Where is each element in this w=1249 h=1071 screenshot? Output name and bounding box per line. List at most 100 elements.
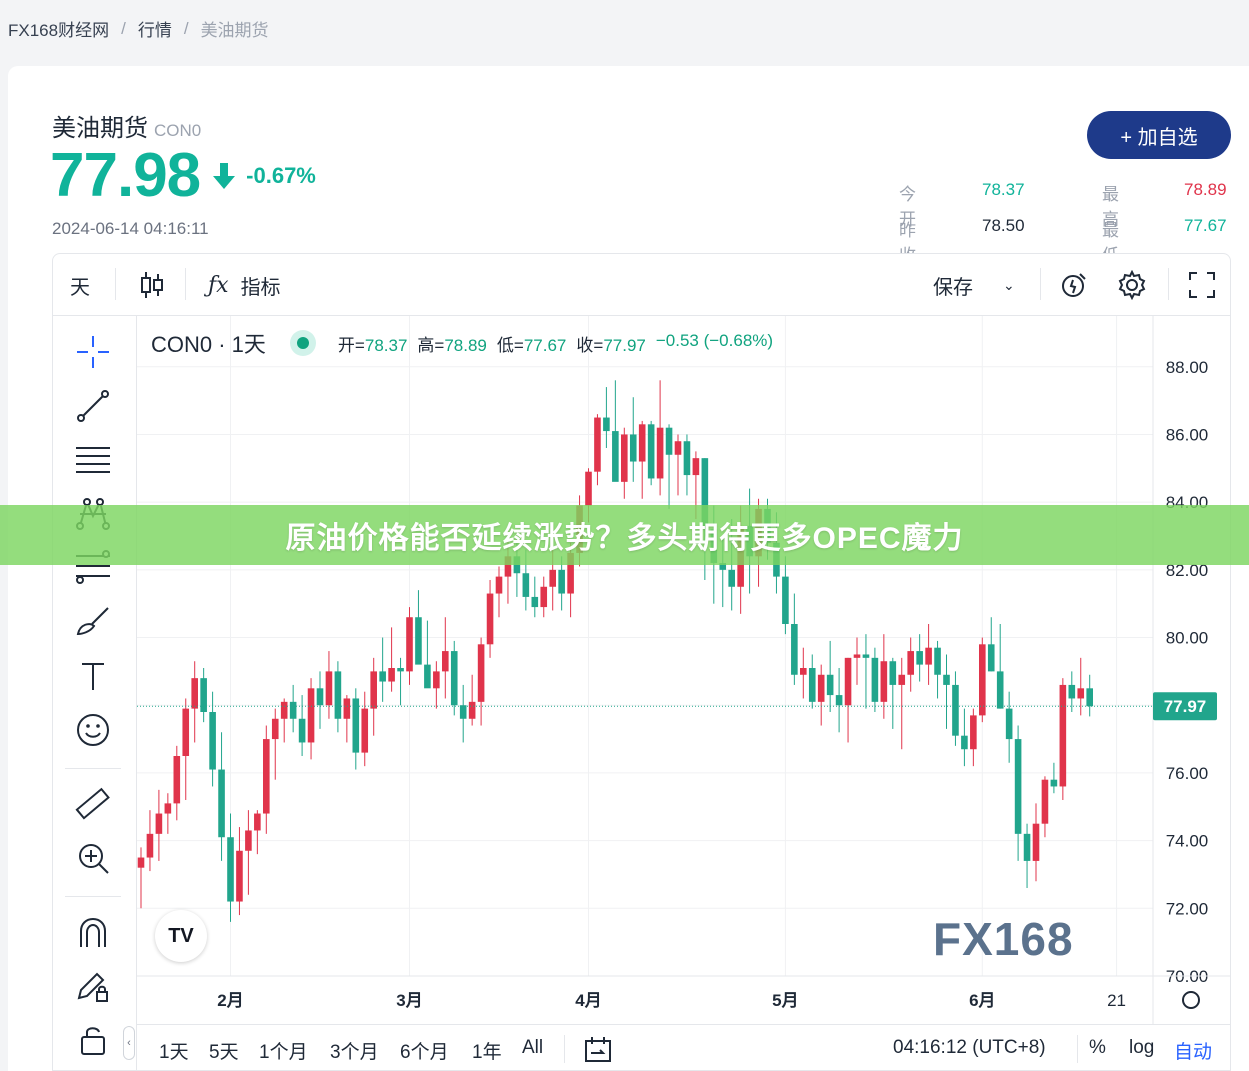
candle-body — [289, 701, 297, 719]
gear-icon[interactable] — [1117, 254, 1147, 316]
zoom-in-icon[interactable] — [71, 836, 115, 880]
candle-body — [477, 644, 485, 702]
y-tick-label: 72.00 — [1166, 899, 1209, 918]
candle-body — [987, 644, 995, 672]
collapse-toolbar-button[interactable]: ‹ — [123, 1026, 135, 1060]
breadcrumb-separator: / — [183, 18, 189, 38]
candle-body — [307, 688, 315, 743]
candle-body — [585, 471, 592, 506]
range-1y[interactable]: 1年 — [472, 1037, 502, 1064]
candle-body — [943, 674, 950, 685]
candle-body — [683, 441, 691, 476]
candle-body — [424, 664, 431, 689]
candle-body — [889, 661, 897, 685]
candle-body — [674, 441, 682, 455]
chart-legend: CON0 · 1天 开=78.37 高=78.89 低=77.67 收=77.9… — [151, 326, 773, 360]
chart-bottom-bar: 1天 5天 1个月 3个月 6个月 1年 All 04:16:12 (UTC+8… — [137, 1024, 1230, 1070]
candle-body — [808, 668, 816, 702]
candle-style-icon[interactable] — [139, 254, 165, 316]
text-tool-icon[interactable] — [71, 654, 115, 698]
candle-body — [173, 756, 181, 804]
y-tick-label: 86.00 — [1166, 425, 1209, 444]
horizontal-lines-icon[interactable] — [71, 438, 115, 482]
candle-body — [1050, 779, 1058, 787]
candle-body — [800, 668, 807, 675]
candle-body — [1077, 688, 1085, 699]
drawing-toolbar: ‹ — [53, 316, 137, 1070]
candle-body — [612, 431, 619, 482]
candle-body — [450, 651, 458, 706]
candle-body — [468, 701, 476, 719]
ohlc-close-label: 收= — [576, 335, 604, 355]
candle-body — [540, 586, 548, 608]
candle-body — [1068, 684, 1076, 699]
chevron-down-icon: ⌄ — [1003, 276, 1015, 293]
x-tick-label: 4月 — [575, 991, 601, 1010]
candle-body — [182, 708, 190, 756]
candle-body — [164, 803, 172, 814]
range-all[interactable]: All — [522, 1037, 543, 1059]
range-6m[interactable]: 6个月 — [400, 1037, 449, 1064]
add-to-watchlist-button[interactable]: + 加自选 — [1087, 111, 1231, 159]
lock-icon[interactable] — [71, 1018, 115, 1062]
x-tick-label: 21 — [1107, 991, 1126, 1010]
function-icon: ƒx — [208, 272, 229, 298]
tradingview-logo[interactable]: TV — [155, 910, 207, 962]
range-3m[interactable]: 3个月 — [330, 1037, 379, 1064]
date-range-icon[interactable] — [583, 1035, 613, 1070]
range-5d[interactable]: 5天 — [209, 1037, 239, 1064]
candle-body — [137, 857, 145, 868]
candle-body — [263, 739, 270, 814]
candle-body — [692, 458, 700, 476]
candle-body — [647, 424, 655, 479]
save-button[interactable]: 保存 ⌄ — [933, 254, 1015, 316]
news-headline-banner[interactable]: 原油价格能否延续涨势？多头期待更多OPEC魔力 — [0, 505, 1249, 565]
range-1d[interactable]: 1天 — [159, 1037, 189, 1064]
percent-scale-toggle[interactable]: % — [1089, 1037, 1106, 1059]
log-scale-toggle[interactable]: log — [1129, 1037, 1154, 1059]
y-tick-label: 74.00 — [1166, 832, 1209, 851]
legend-symbol: CON0 · 1天 — [151, 332, 266, 357]
candle-body — [817, 674, 825, 702]
trend-line-icon[interactable] — [71, 384, 115, 428]
candle-body — [961, 735, 968, 750]
candle-body — [934, 647, 941, 675]
candle-body — [1023, 833, 1031, 861]
candle-body — [638, 424, 646, 462]
interval-selector[interactable]: 天 — [70, 254, 90, 316]
x-tick-label: 3月 — [396, 991, 422, 1010]
ohlc-change: −0.53 (−0.68%) — [655, 330, 774, 350]
candle-body — [1041, 779, 1049, 824]
instrument-code: CON0 — [154, 121, 202, 140]
utc-clock[interactable]: 04:16:12 (UTC+8) — [893, 1037, 1046, 1059]
candle-body — [728, 569, 735, 587]
candle-body — [862, 654, 870, 658]
indicators-button[interactable]: ƒx 指标 — [208, 254, 281, 316]
crosshair-icon[interactable] — [71, 330, 115, 374]
last-price-label: 77.97 — [1164, 697, 1207, 716]
candle-body — [245, 830, 252, 851]
breadcrumb-home[interactable]: FX168财经网 — [8, 16, 109, 41]
y-tick-label: 88.00 — [1166, 358, 1209, 377]
emoji-icon[interactable] — [71, 708, 115, 752]
auto-scale-toggle[interactable]: 自动 — [1174, 1037, 1212, 1064]
fullscreen-icon[interactable] — [1188, 254, 1216, 316]
magnet-icon[interactable] — [71, 910, 115, 954]
candle-body — [979, 644, 986, 716]
candle-body — [442, 651, 449, 672]
breadcrumb-markets[interactable]: 行情 — [138, 16, 172, 41]
axis-settings-icon — [1182, 991, 1200, 1009]
y-tick-label: 76.00 — [1166, 764, 1209, 783]
brush-icon[interactable] — [71, 600, 115, 644]
candle-body — [209, 712, 216, 770]
range-1m[interactable]: 1个月 — [259, 1037, 308, 1064]
candle-body — [379, 671, 386, 682]
alert-icon[interactable] — [1059, 254, 1089, 316]
indicators-label: 指标 — [240, 276, 281, 299]
lock-pencil-icon[interactable] — [71, 964, 115, 1008]
candle-body — [907, 651, 914, 675]
candle-body — [916, 651, 923, 665]
candle-body — [218, 769, 225, 838]
ruler-icon[interactable] — [71, 782, 115, 826]
candle-body — [1032, 823, 1040, 861]
